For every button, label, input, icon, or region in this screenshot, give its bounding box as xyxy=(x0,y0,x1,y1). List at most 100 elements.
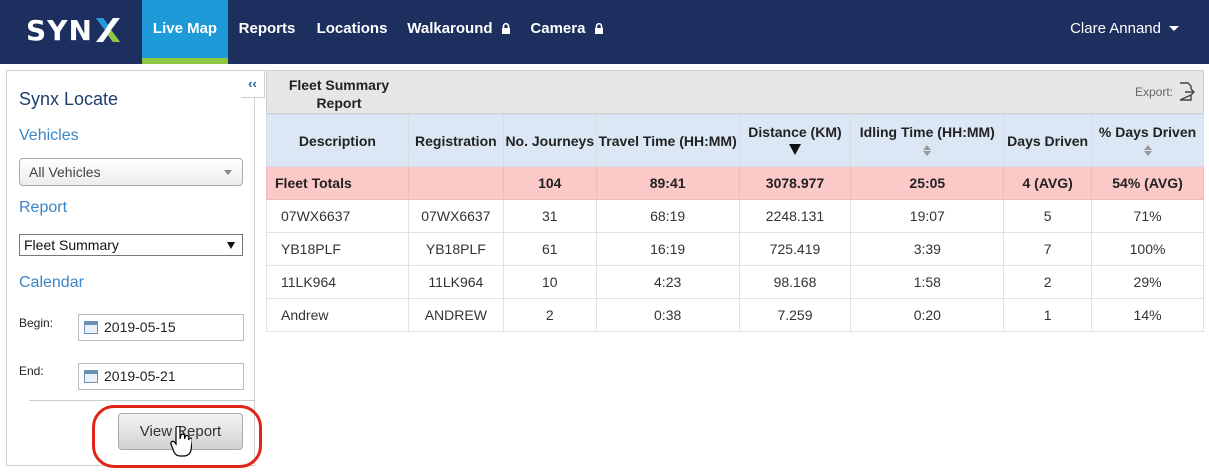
column-header-label: Idling Time (HH:MM) xyxy=(859,123,995,140)
vehicles-select[interactable]: All Vehicles xyxy=(19,158,243,186)
hand-cursor-icon xyxy=(170,426,192,457)
end-date-value: 2019-05-21 xyxy=(104,368,176,384)
column-header[interactable]: Registration xyxy=(407,114,504,167)
column-header[interactable]: Travel Time (HH:MM) xyxy=(595,114,740,167)
nav-reports-label: Reports xyxy=(238,20,296,37)
fleet-totals-row: Fleet Totals 104 89:41 3078.977 25:05 4 … xyxy=(266,166,1204,200)
nav-walkaround[interactable]: Walkaround xyxy=(398,0,520,64)
column-header-label: Distance (KM) xyxy=(748,123,842,140)
table-cell: 3:39 xyxy=(850,232,1005,266)
report-select-value: Fleet Summary xyxy=(24,237,119,253)
vehicles-select-value: All Vehicles xyxy=(29,164,101,180)
nav-live-map[interactable]: Live Map xyxy=(142,0,228,64)
column-header[interactable]: % Days Driven xyxy=(1091,114,1204,167)
table-cell: 54% (AVG) xyxy=(1091,166,1204,200)
user-menu[interactable]: Clare Annand xyxy=(1070,0,1179,64)
vehicles-heading: Vehicles xyxy=(19,127,79,144)
column-header-label: % Days Driven xyxy=(1098,123,1197,140)
report-heading: Report xyxy=(19,199,68,216)
table-cell: 7 xyxy=(1003,232,1093,266)
chevron-down-icon xyxy=(1169,26,1179,31)
collapse-sidebar-button[interactable]: ‹‹ xyxy=(241,70,265,98)
begin-date-input[interactable]: 2019-05-15 xyxy=(78,314,244,341)
logo-text: SYN xyxy=(26,13,93,47)
table-cell: 2 xyxy=(1003,265,1093,299)
chevron-down-icon xyxy=(227,242,235,249)
table-cell: 98.168 xyxy=(738,265,852,299)
table-cell: 11LK964 xyxy=(407,265,504,299)
export-label: Export: xyxy=(1134,84,1173,99)
lock-icon xyxy=(501,23,510,34)
sort-desc-icon[interactable] xyxy=(788,143,801,155)
end-date-input[interactable]: 2019-05-21 xyxy=(78,363,244,390)
table-row[interactable]: 11LK964 11LK964 10 4:23 98.168 1:58 2 29… xyxy=(266,265,1204,299)
table-cell: 89:41 xyxy=(595,166,740,200)
column-header[interactable]: No. Journeys xyxy=(502,114,597,167)
table-cell: 19:07 xyxy=(850,199,1005,233)
begin-date-value: 2019-05-15 xyxy=(104,319,176,335)
nav-reports[interactable]: Reports xyxy=(228,0,306,64)
sort-icon[interactable] xyxy=(923,145,932,157)
sidebar-divider xyxy=(29,400,254,401)
logo-x-icon xyxy=(95,18,120,42)
table-cell: 7.259 xyxy=(738,298,852,332)
chevron-down-icon xyxy=(224,170,232,175)
user-name: Clare Annand xyxy=(1070,20,1161,37)
report-title: Fleet Summary Report xyxy=(288,77,390,111)
table-header-row: Description Registration No. Journeys Tr… xyxy=(266,114,1204,167)
nav-walkaround-label: Walkaround xyxy=(407,20,493,37)
table-cell: 1 xyxy=(1003,298,1093,332)
table-row[interactable]: Andrew ANDREW 2 0:38 7.259 0:20 1 14% xyxy=(266,298,1204,332)
table-cell: 29% xyxy=(1091,265,1204,299)
calendar-icon[interactable] xyxy=(84,370,98,383)
nav-live-map-label: Live Map xyxy=(152,20,218,37)
table-cell: 11LK964 xyxy=(266,265,409,299)
table-cell: 71% xyxy=(1091,199,1204,233)
table-row[interactable]: 07WX6637 07WX6637 31 68:19 2248.131 19:0… xyxy=(266,199,1204,233)
column-header-label: No. Journeys xyxy=(505,132,595,149)
table-row[interactable]: YB18PLF YB18PLF 61 16:19 725.419 3:39 7 … xyxy=(266,232,1204,266)
end-label: End: xyxy=(19,364,44,378)
table-cell: 4:23 xyxy=(595,265,740,299)
table-cell: 16:19 xyxy=(595,232,740,266)
lock-icon xyxy=(594,23,603,34)
table-cell: 25:05 xyxy=(850,166,1005,200)
table-cell: 725.419 xyxy=(738,232,852,266)
column-header[interactable]: Days Driven xyxy=(1003,114,1093,167)
table-cell: 68:19 xyxy=(595,199,740,233)
nav-camera[interactable]: Camera xyxy=(520,0,614,64)
table-cell: 07WX6637 xyxy=(266,199,409,233)
nav-locations[interactable]: Locations xyxy=(306,0,398,64)
export-button[interactable]: Export: xyxy=(1135,82,1195,101)
table-cell: 31 xyxy=(502,199,597,233)
export-icon[interactable] xyxy=(1179,82,1195,101)
table-cell: 0:20 xyxy=(850,298,1005,332)
table-cell: ANDREW xyxy=(407,298,504,332)
report-header-bar: Fleet Summary Report Export: xyxy=(266,70,1204,114)
top-navbar: SYN Live Map Reports Locations Walkaroun… xyxy=(0,0,1209,64)
begin-label: Begin: xyxy=(19,316,54,330)
table-cell: 104 xyxy=(502,166,597,200)
table-cell: 10 xyxy=(502,265,597,299)
calendar-icon[interactable] xyxy=(84,321,98,334)
column-header[interactable]: Distance (KM) xyxy=(738,114,852,167)
fleet-summary-table: Description Registration No. Journeys Tr… xyxy=(266,114,1204,332)
column-header-label: Description xyxy=(298,132,376,149)
column-header[interactable]: Idling Time (HH:MM) xyxy=(850,114,1005,167)
table-cell: 3078.977 xyxy=(738,166,852,200)
table-cell: 5 xyxy=(1003,199,1093,233)
column-header[interactable]: Description xyxy=(266,114,409,167)
table-cell: 14% xyxy=(1091,298,1204,332)
table-cell: 07WX6637 xyxy=(407,199,504,233)
table-cell: Fleet Totals xyxy=(266,166,409,200)
column-header-label: Days Driven xyxy=(1007,132,1089,149)
column-header-label: Registration xyxy=(415,132,497,149)
table-cell: 1:58 xyxy=(850,265,1005,299)
sort-icon[interactable] xyxy=(1143,145,1152,157)
report-select[interactable]: Fleet Summary xyxy=(19,234,243,256)
table-cell: 0:38 xyxy=(595,298,740,332)
table-cell: YB18PLF xyxy=(407,232,504,266)
synx-logo[interactable]: SYN xyxy=(26,13,122,47)
table-cell: 2248.131 xyxy=(738,199,852,233)
column-header-label: Travel Time (HH:MM) xyxy=(598,132,737,149)
